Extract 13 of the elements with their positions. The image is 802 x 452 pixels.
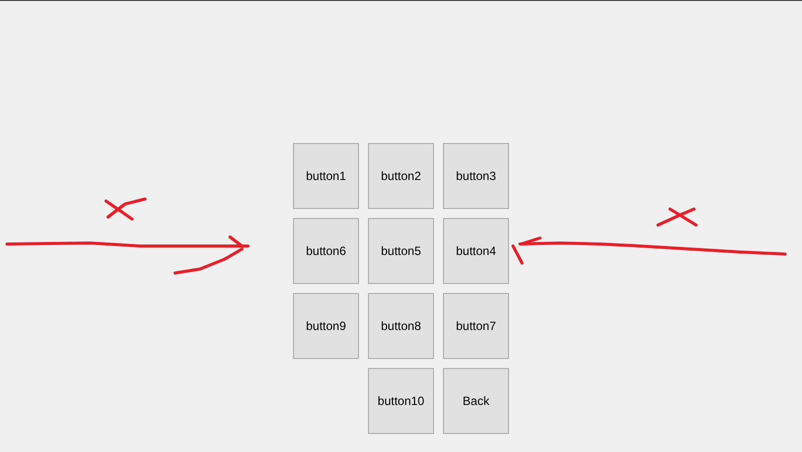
grid-button[interactable]: button3 <box>443 143 509 209</box>
grid-button[interactable]: button10 <box>368 368 434 434</box>
grid-button[interactable]: button1 <box>293 143 359 209</box>
grid-button[interactable]: button8 <box>368 293 434 359</box>
cross-mark <box>104 198 146 220</box>
grid-button[interactable]: button5 <box>368 218 434 284</box>
grid-button[interactable]: button2 <box>368 143 434 209</box>
grid-button[interactable]: button7 <box>443 293 509 359</box>
grid-button[interactable]: button6 <box>293 218 359 284</box>
cross-mark <box>656 208 698 226</box>
grid-button[interactable]: button9 <box>293 293 359 359</box>
grid-button[interactable]: button4 <box>443 218 509 284</box>
grid-button[interactable]: Back <box>443 368 509 434</box>
